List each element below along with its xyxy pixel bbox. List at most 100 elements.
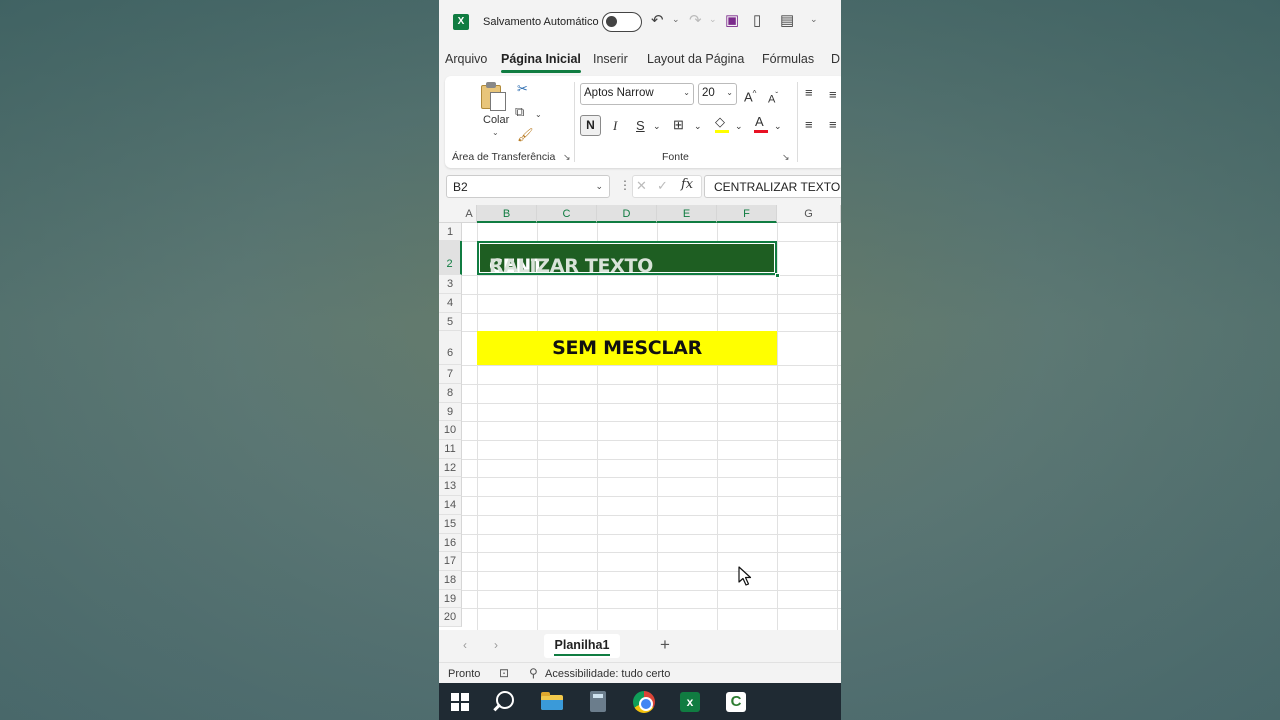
spreadsheet-grid[interactable]: A B C D E F G 1 2 3 4 5 6 7 8 9 10 11 12… xyxy=(439,205,841,630)
redo-icon[interactable]: ↷ xyxy=(689,12,702,30)
paste-button-label[interactable]: Colar xyxy=(483,114,509,126)
accessibility-status[interactable]: Acessibilidade: tudo certo xyxy=(545,668,670,680)
align-middle-icon[interactable]: ≡ xyxy=(829,87,837,103)
bold-button[interactable]: N xyxy=(580,115,601,136)
row-header-1[interactable]: 1 xyxy=(439,223,462,241)
clipboard-launcher-icon[interactable]: ↘ xyxy=(563,152,571,163)
insert-function-icon[interactable]: fx xyxy=(681,177,693,192)
formula-input[interactable]: CENTRALIZAR TEXTO xyxy=(704,175,841,198)
font-size-combo[interactable]: 20 ⌄ xyxy=(698,83,737,105)
font-group-label: Fonte xyxy=(662,151,689,163)
column-header-c[interactable]: C xyxy=(537,205,597,223)
row-header-18[interactable]: 18 xyxy=(439,571,462,590)
row-header-14[interactable]: 14 xyxy=(439,496,462,515)
font-launcher-icon[interactable]: ↘ xyxy=(782,152,790,163)
add-sheet-button[interactable]: + xyxy=(660,635,670,655)
paste-dropdown-icon[interactable]: ⌄ xyxy=(492,128,499,137)
grid-line xyxy=(462,421,841,422)
fill-handle[interactable] xyxy=(775,273,780,278)
grow-font-button[interactable]: A^ xyxy=(744,86,756,105)
form-icon[interactable]: ▤ xyxy=(780,12,794,30)
camtasia-icon[interactable] xyxy=(724,690,748,714)
name-box[interactable]: B2 ⌄ xyxy=(446,175,610,198)
font-size-value: 20 xyxy=(702,87,715,99)
chrome-icon[interactable] xyxy=(632,690,656,714)
align-left-icon[interactable]: ≡ xyxy=(805,117,813,133)
row-header-20[interactable]: 20 xyxy=(439,608,462,627)
cancel-icon[interactable]: ✕ xyxy=(636,178,647,194)
row-header-4[interactable]: 4 xyxy=(439,294,462,313)
row-header-12[interactable]: 12 xyxy=(439,459,462,477)
tab-formulas[interactable]: Fórmulas xyxy=(762,52,814,66)
borders-dropdown-icon[interactable]: ⌄ xyxy=(694,118,702,134)
row-header-19[interactable]: 19 xyxy=(439,590,462,608)
row-header-8[interactable]: 8 xyxy=(439,384,462,403)
enter-icon[interactable]: ✓ xyxy=(657,178,668,194)
chevron-left-icon[interactable]: ‹ xyxy=(463,638,467,652)
shrink-font-button[interactable]: Aˇ xyxy=(768,88,778,108)
borders-icon[interactable]: ⊞ xyxy=(673,117,684,133)
search-icon[interactable] xyxy=(494,690,518,714)
row-header-15[interactable]: 15 xyxy=(439,515,462,534)
underline-button[interactable]: S xyxy=(636,118,645,134)
grid-line xyxy=(462,496,841,497)
font-color-dropdown-icon[interactable]: ⌄ xyxy=(774,118,782,134)
redo-dropdown-icon[interactable]: ⌄ xyxy=(709,14,717,25)
chevron-right-icon[interactable]: › xyxy=(494,638,498,652)
tab-layout-da-pagina[interactable]: Layout da Página xyxy=(647,52,744,66)
row-header-17[interactable]: 17 xyxy=(439,552,462,571)
column-header-a[interactable]: A xyxy=(462,205,477,223)
autosave-toggle[interactable] xyxy=(602,12,642,32)
column-header-d[interactable]: D xyxy=(597,205,657,223)
column-header-b[interactable]: B xyxy=(477,205,537,223)
windows-start-icon[interactable] xyxy=(448,690,472,714)
row-header-6[interactable]: 6 xyxy=(439,331,462,365)
row-header-3[interactable]: 3 xyxy=(439,275,462,294)
undo-dropdown-icon[interactable]: ⌄ xyxy=(672,14,680,25)
font-name-combo[interactable]: Aptos Narrow ⌄ xyxy=(580,83,694,105)
paste-icon[interactable] xyxy=(481,82,507,112)
column-header-f[interactable]: F xyxy=(717,205,777,223)
file-explorer-icon[interactable] xyxy=(540,690,564,714)
sheet-tab-planilha1[interactable]: Planilha1 xyxy=(544,634,620,658)
row-header-13[interactable]: 13 xyxy=(439,477,462,496)
align-top-icon[interactable]: ≡ xyxy=(805,85,813,101)
more-options-icon[interactable]: ⋮ xyxy=(619,178,631,192)
customize-icon[interactable]: ⌄ xyxy=(810,14,818,25)
calculator-icon[interactable] xyxy=(586,690,610,714)
italic-button[interactable]: I xyxy=(613,118,617,134)
column-header-g[interactable]: G xyxy=(777,205,841,223)
underline-dropdown-icon[interactable]: ⌄ xyxy=(653,118,661,134)
copy-icon[interactable]: ⧉ xyxy=(515,105,524,119)
cut-icon[interactable]: ✂ xyxy=(517,82,528,96)
row-header-11[interactable]: 11 xyxy=(439,440,462,459)
new-file-icon[interactable]: ▯ xyxy=(753,12,761,30)
row-header-10[interactable]: 10 xyxy=(439,421,462,440)
format-painter-icon[interactable]: 🖌 xyxy=(517,128,534,142)
row-header-7[interactable]: 7 xyxy=(439,365,462,384)
accessibility-icon[interactable]: ⚲ xyxy=(529,666,538,680)
macro-record-icon[interactable]: ⊡ xyxy=(499,666,509,680)
row-header-5[interactable]: 5 xyxy=(439,313,462,331)
fill-color-dropdown-icon[interactable]: ⌄ xyxy=(735,118,743,134)
row-header-16[interactable]: 16 xyxy=(439,534,462,552)
align-center-icon[interactable]: ≡ xyxy=(829,117,837,133)
grid-line xyxy=(462,384,841,385)
tab-pagina-inicial[interactable]: Página Inicial xyxy=(501,52,581,73)
tab-arquivo[interactable]: Arquivo xyxy=(445,52,487,66)
font-color-button[interactable]: A xyxy=(755,114,764,130)
cell-b6[interactable]: SEM MESCLAR xyxy=(477,331,777,365)
grid-line xyxy=(537,223,538,630)
cell-b2-selected[interactable]: CENT RALIZAR TEXTO xyxy=(477,241,777,277)
save-icon[interactable]: ▣ xyxy=(725,12,739,30)
undo-icon[interactable]: ↶ xyxy=(651,12,664,30)
row-header-9[interactable]: 9 xyxy=(439,403,462,421)
chevron-down-icon[interactable]: ⌄ xyxy=(595,181,603,192)
tab-dados-partial[interactable]: D xyxy=(831,52,840,66)
tab-inserir[interactable]: Inserir xyxy=(593,52,628,66)
row-header-2[interactable]: 2 xyxy=(439,241,462,275)
column-header-e[interactable]: E xyxy=(657,205,717,223)
copy-dropdown-icon[interactable]: ⌄ xyxy=(535,108,542,122)
fill-color-icon[interactable]: ◇ xyxy=(715,114,725,130)
excel-taskbar-icon[interactable]: x xyxy=(668,683,712,720)
